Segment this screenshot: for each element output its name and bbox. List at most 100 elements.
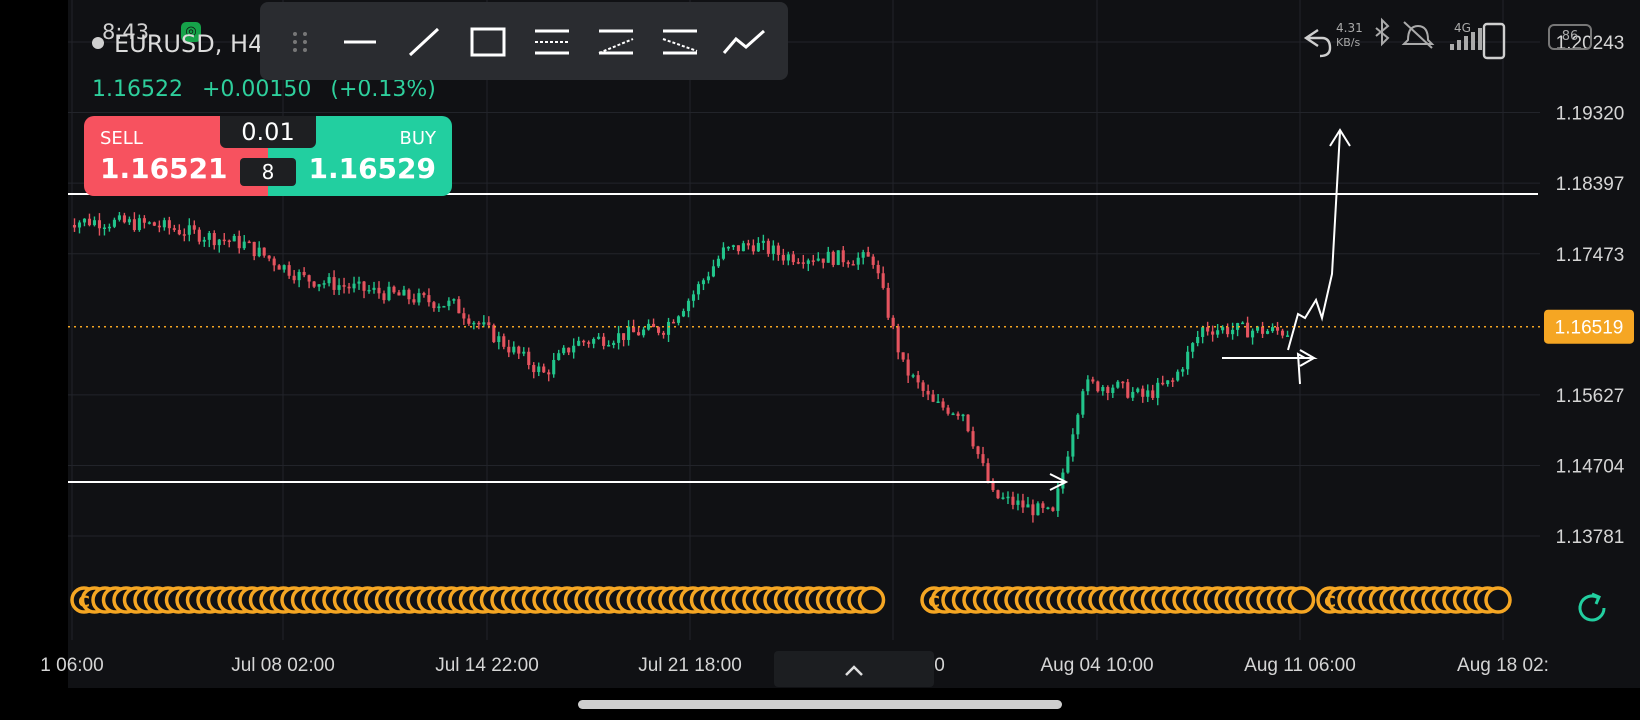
candle-body	[866, 252, 870, 257]
net-speed-text: 4.31	[1336, 21, 1363, 35]
lot-size-input[interactable]: 0.01	[220, 116, 316, 148]
candle-body	[137, 218, 141, 231]
price-tick-label: 1.17473	[1556, 245, 1625, 266]
candle-body	[956, 413, 960, 416]
candle-body	[1216, 330, 1220, 335]
candle-body	[262, 247, 266, 256]
candle-body	[1091, 379, 1095, 382]
candle-body	[886, 287, 890, 318]
time-tick-label: Aug 11 06:00	[1244, 655, 1356, 676]
phone-icon[interactable]	[1482, 22, 1506, 60]
candle-body	[187, 225, 191, 235]
candle-body	[97, 220, 102, 229]
candle-body	[861, 252, 865, 258]
candle-body	[1196, 336, 1200, 344]
candle-body	[332, 277, 336, 290]
fib-retracement-icon[interactable]	[590, 16, 642, 68]
candle-body	[746, 243, 750, 246]
refresh-icon[interactable]	[1572, 588, 1612, 628]
rectangle-icon[interactable]	[462, 16, 514, 68]
candle-body	[487, 322, 491, 326]
candle-body	[557, 353, 561, 360]
market-status-icon	[92, 37, 104, 49]
candle-body	[811, 260, 815, 262]
candle-body	[671, 321, 676, 324]
candle-body	[532, 365, 536, 373]
candle-body	[721, 247, 725, 259]
candle-body	[1031, 504, 1035, 516]
candle-body	[1016, 500, 1020, 505]
candle-body	[681, 311, 686, 317]
candle-body	[1226, 327, 1230, 335]
candle-body	[467, 318, 471, 324]
candle-body	[1275, 327, 1280, 331]
candle-body	[706, 276, 711, 281]
candle-body	[502, 336, 506, 347]
horizontal-line-icon[interactable]	[334, 16, 386, 68]
candle-body	[282, 265, 286, 270]
candle-body	[317, 284, 321, 287]
candle-body	[1111, 387, 1115, 393]
candle-body	[761, 240, 765, 243]
candle-body	[482, 322, 486, 325]
candle-body	[652, 323, 656, 328]
parallel-channel-icon[interactable]	[526, 16, 578, 68]
price-chart[interactable]: CCC 1.202431.193201.183971.174731.156271…	[0, 0, 1640, 720]
candle-body	[432, 302, 436, 309]
collapse-panel-button[interactable]	[774, 651, 934, 687]
candle-body	[642, 329, 646, 336]
candle-body	[587, 342, 591, 344]
candle-body	[1211, 331, 1215, 335]
candle-body	[841, 250, 845, 263]
candle-body	[916, 375, 920, 383]
candle-body	[911, 375, 915, 377]
time-tick-label: Aug 04 10:00	[1040, 655, 1153, 676]
candle-body	[292, 275, 296, 281]
candle-body	[1086, 379, 1090, 392]
candle-body	[232, 235, 236, 242]
home-indicator[interactable]	[578, 700, 1062, 709]
candle-body	[1136, 388, 1140, 392]
candle-body	[242, 241, 246, 249]
candle-body	[87, 218, 92, 226]
candle-body	[192, 225, 196, 230]
candle-body	[1201, 327, 1205, 337]
time-tick-label: Jul 14 22:00	[435, 655, 539, 676]
candle-body	[1246, 322, 1250, 338]
candle-body	[447, 300, 451, 307]
candle-body	[82, 218, 87, 223]
candle-body	[377, 287, 381, 294]
price-tick-label: 1.15627	[1556, 386, 1625, 407]
candle-body	[412, 299, 416, 303]
candle-body	[337, 285, 341, 290]
candle-body	[1161, 382, 1165, 385]
candle-body	[1001, 497, 1005, 499]
candle-body	[157, 225, 161, 228]
event-letter: C	[78, 592, 90, 611]
candle-body	[1171, 380, 1175, 382]
price-change: +0.00150	[201, 77, 312, 102]
event-letter: C	[1324, 592, 1336, 611]
symbol-title[interactable]: EURUSD, H4	[114, 30, 263, 58]
drag-handle-icon[interactable]	[274, 16, 326, 68]
path-icon[interactable]	[718, 16, 770, 68]
candle-body	[1146, 390, 1150, 397]
candle-body	[302, 271, 306, 276]
candle-body	[247, 241, 251, 244]
trend-line-icon[interactable]	[398, 16, 450, 68]
candle-body	[701, 280, 706, 285]
back-arrow-icon[interactable]	[1303, 29, 1332, 58]
candle-body	[731, 245, 735, 247]
event-icon	[1484, 586, 1512, 614]
fib-extension-icon[interactable]	[654, 16, 706, 68]
candle-body	[117, 215, 121, 220]
candle-body	[582, 340, 586, 343]
candle-body	[1081, 391, 1085, 415]
chart-bg	[68, 0, 1640, 688]
candle-body	[202, 239, 206, 242]
candle-body	[617, 333, 621, 343]
network-type: 4G	[1454, 21, 1471, 35]
candle-body	[756, 242, 760, 252]
candle-body	[647, 323, 651, 330]
candle-body	[971, 431, 975, 447]
